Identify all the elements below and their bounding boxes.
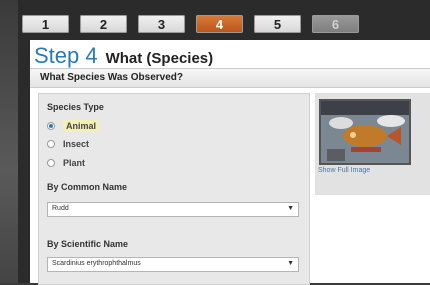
step-panel: Step 4 What (Species) What Species Was O…	[30, 40, 430, 285]
common-name-label: By Common Name	[47, 182, 128, 192]
step-title: What (Species)	[105, 50, 214, 67]
dropdown-arrow-icon: ▼	[287, 205, 294, 212]
scientific-name-select[interactable]: Scardinius erythrophthalmus ▼	[47, 257, 299, 272]
step-3-tab[interactable]: 3	[138, 15, 185, 33]
step-6-tab: 6	[312, 15, 359, 33]
radio-icon[interactable]	[47, 140, 55, 148]
step-5-tab[interactable]: 5	[254, 15, 301, 33]
step-label: Step 4	[34, 43, 98, 68]
common-name-select[interactable]: Rudd ▼	[47, 202, 299, 217]
species-option-animal[interactable]: Animal	[47, 120, 100, 132]
species-image-panel: Show Full Image	[315, 93, 430, 195]
question-text: What Species Was Observed?	[40, 72, 184, 83]
scientific-name-value: Scardinius erythrophthalmus	[52, 260, 141, 267]
dropdown-arrow-icon: ▼	[287, 260, 294, 267]
radio-icon[interactable]	[47, 159, 55, 167]
species-form: Species Type Animal Insect Plant By Comm…	[38, 93, 310, 285]
title-row: Step 4 What (Species)	[34, 43, 213, 69]
question-bar: What Species Was Observed?	[30, 68, 430, 88]
fish-photo-icon[interactable]	[319, 99, 411, 165]
step-bar: 1 2 3 4 5 6	[18, 15, 420, 33]
species-option-label: Insect	[63, 139, 90, 149]
radio-selected-icon[interactable]	[47, 122, 55, 130]
species-option-label: Plant	[63, 158, 86, 168]
scientific-name-label: By Scientific Name	[47, 239, 129, 249]
step-2-tab[interactable]: 2	[80, 15, 127, 33]
common-name-value: Rudd	[52, 205, 69, 212]
step-4-tab[interactable]: 4	[196, 15, 243, 33]
show-full-image-link[interactable]: Show Full Image	[318, 167, 370, 174]
species-option-plant[interactable]: Plant	[47, 158, 85, 168]
species-option-insect[interactable]: Insect	[47, 139, 89, 149]
species-option-label: Animal	[63, 120, 100, 132]
species-type-label: Species Type	[47, 102, 104, 112]
step-1-tab[interactable]: 1	[22, 15, 69, 33]
